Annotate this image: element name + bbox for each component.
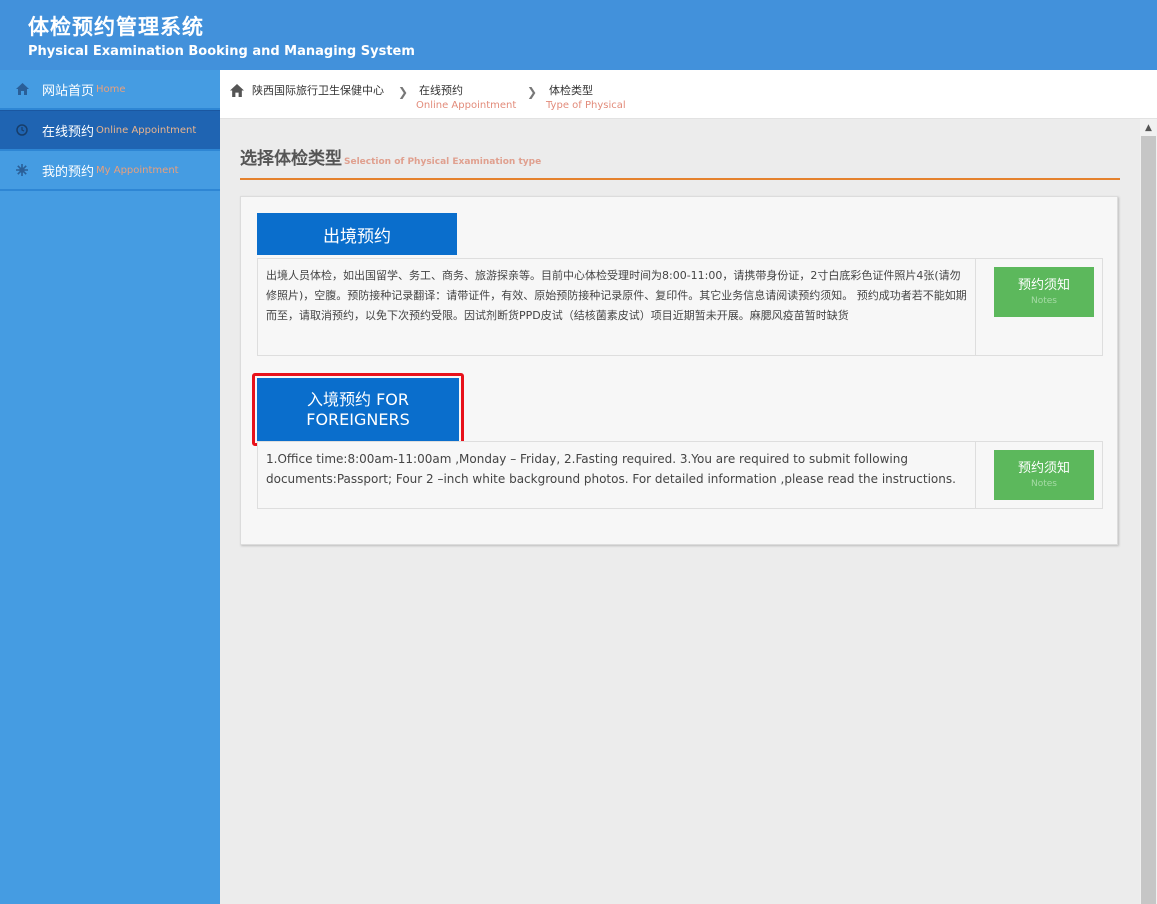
- chevron-right-icon: ❯: [527, 85, 538, 99]
- sidebar-item-my-appointment[interactable]: 我的预约 My Appointment: [0, 151, 220, 191]
- sidebar-item-label: 网站首页: [42, 83, 95, 99]
- exam-type-description: 1.Office time:8:00am-11:00am ,Monday – F…: [258, 442, 976, 508]
- foreigners-appointment-tab[interactable]: 入境预约 FOR FOREIGNERS: [257, 378, 459, 441]
- sidebar-item-online-appointment[interactable]: 在线预约 Online Appointment: [0, 110, 220, 151]
- breadcrumb-root[interactable]: 陕西国际旅行卫生保健中心: [252, 82, 384, 98]
- chevron-right-icon: ❯: [398, 85, 409, 99]
- scrollbar-thumb[interactable]: [1141, 136, 1156, 904]
- main-content: 选择体检类型 Selection of Physical Examination …: [220, 119, 1140, 904]
- sidebar-item-label: 我的预约: [42, 164, 95, 180]
- section-title-cn: 选择体检类型: [240, 149, 342, 169]
- exam-type-description: 出境人员体检，如出国留学、务工、商务、旅游探亲等。目前中心体检受理时间为8:00…: [258, 259, 976, 355]
- outbound-appointment-tab[interactable]: 出境预约: [257, 213, 457, 255]
- app-title: 体检预约管理系统: [28, 15, 204, 39]
- sidebar-item-label: 在线预约: [42, 124, 95, 140]
- section-title-en: Selection of Physical Examination type: [344, 157, 542, 167]
- sidebar-item-home[interactable]: 网站首页 Home: [0, 70, 220, 110]
- notes-button-label: 预约须知: [1017, 278, 1070, 293]
- app-subtitle: Physical Examination Booking and Managin…: [28, 44, 415, 59]
- breadcrumb-sublabel: Type of Physical: [546, 100, 626, 111]
- notes-button[interactable]: 预约须知 Notes: [994, 267, 1094, 317]
- scroll-up-arrow-icon[interactable]: ▲: [1140, 119, 1157, 136]
- exam-type-row: 出境人员体检，如出国留学、务工、商务、旅游探亲等。目前中心体检受理时间为8:00…: [257, 258, 1103, 356]
- sidebar-item-sublabel: Home: [96, 83, 126, 95]
- home-icon: [15, 82, 29, 96]
- breadcrumb-label: 在线预约: [419, 84, 463, 97]
- section-title: 选择体检类型 Selection of Physical Examination …: [240, 144, 1120, 180]
- notes-button-sublabel: Notes: [1031, 479, 1057, 489]
- vertical-scrollbar[interactable]: ▲: [1140, 119, 1157, 904]
- breadcrumb-label: 体检类型: [549, 84, 593, 97]
- notes-button-label: 预约须知: [1017, 461, 1070, 476]
- exam-type-panel: 出境预约 出境人员体检，如出国留学、务工、商务、旅游探亲等。目前中心体检受理时间…: [240, 196, 1118, 545]
- exam-type-row: 1.Office time:8:00am-11:00am ,Monday – F…: [257, 441, 1103, 509]
- home-icon[interactable]: [230, 82, 244, 97]
- sidebar-item-sublabel: My Appointment: [96, 164, 179, 176]
- clock-icon: [15, 123, 29, 137]
- notes-button-sublabel: Notes: [1031, 296, 1057, 306]
- notes-button[interactable]: 预约须知 Notes: [994, 450, 1094, 500]
- sidebar-item-sublabel: Online Appointment: [96, 124, 197, 136]
- sidebar: 网站首页 Home 在线预约 Online Appointment 我的预约 M…: [0, 70, 220, 904]
- breadcrumb: 陕西国际旅行卫生保健中心 ❯ 在线预约 Online Appointment ❯…: [220, 70, 1157, 119]
- gear-icon: [15, 163, 29, 177]
- breadcrumb-sublabel: Online Appointment: [416, 100, 517, 111]
- app-header: 体检预约管理系统 Physical Examination Booking an…: [0, 0, 1157, 70]
